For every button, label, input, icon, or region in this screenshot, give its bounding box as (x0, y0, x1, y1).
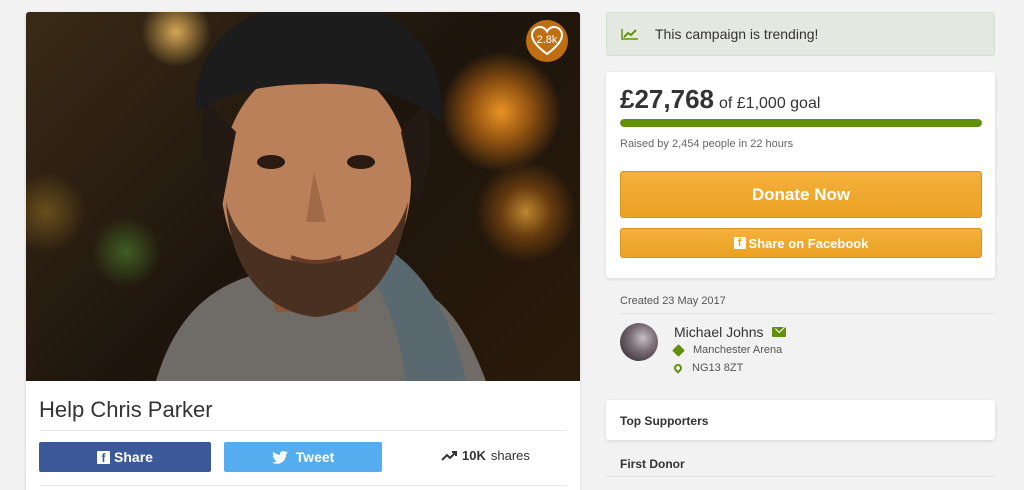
trending-chart-icon (621, 29, 638, 40)
divider (39, 430, 567, 431)
organizer-location: Manchester Arena (672, 343, 783, 357)
top-supporters-heading: Top Supporters (620, 414, 709, 428)
like-badge[interactable]: 2.8k (526, 20, 568, 62)
organizer-postcode: NG13 8ZT (672, 362, 744, 374)
shares-suffix: shares (490, 448, 530, 463)
facebook-icon: f (733, 237, 746, 249)
campaign-photo[interactable]: 2.8k (26, 12, 580, 381)
location-text: Manchester Arena (693, 344, 783, 356)
progress-bar (620, 119, 982, 127)
goal-text: of £1,000 goal (718, 95, 821, 112)
share-facebook-button[interactable]: f Share on Facebook (620, 228, 982, 258)
organizer-name[interactable]: Michael Johns (674, 324, 786, 340)
organizer-name-text: Michael Johns (674, 324, 764, 340)
trending-banner: This campaign is trending! (606, 12, 995, 56)
facebook-icon: f (97, 450, 111, 465)
created-date: Created 23 May 2017 (620, 295, 726, 307)
first-donor-heading: First Donor (620, 457, 685, 471)
divider (39, 485, 567, 486)
tweet-label: Tweet (295, 449, 335, 465)
mail-icon[interactable] (771, 327, 786, 337)
twitter-icon (271, 450, 288, 464)
share-facebook-label: Share on Facebook (748, 235, 869, 251)
amount-raised: £27,768 of £1,000 goal (620, 84, 820, 115)
donate-button[interactable]: Donate Now (620, 171, 982, 218)
shares-count: 10K (462, 448, 486, 463)
trending-up-icon (441, 450, 457, 461)
trending-text: This campaign is trending! (655, 26, 819, 42)
avatar[interactable] (620, 323, 658, 361)
shares-counter: 10K shares (441, 448, 530, 463)
progress-fill (620, 119, 982, 127)
divider (606, 476, 995, 477)
campaign-card: 2.8k Help Chris Parker f Share Tweet 10K… (26, 12, 580, 490)
raised-amount: £27,768 (620, 84, 714, 114)
portrait-illustration (156, 12, 486, 381)
page-title: Help Chris Parker (39, 397, 213, 422)
divider (620, 313, 995, 314)
like-count: 2.8k (536, 34, 558, 46)
postcode-text: NG13 8ZT (692, 362, 744, 374)
donation-panel: £27,768 of £1,000 goal Raised by 2,454 p… (606, 72, 995, 278)
tag-icon (672, 343, 685, 357)
facebook-share-button[interactable]: f Share (39, 442, 211, 472)
raised-by-text: Raised by 2,454 people in 22 hours (620, 138, 794, 150)
tweet-button[interactable]: Tweet (224, 442, 382, 472)
top-supporters-section[interactable]: Top Supporters (606, 400, 995, 440)
location-pin-icon (672, 362, 684, 374)
share-label: Share (114, 449, 153, 465)
